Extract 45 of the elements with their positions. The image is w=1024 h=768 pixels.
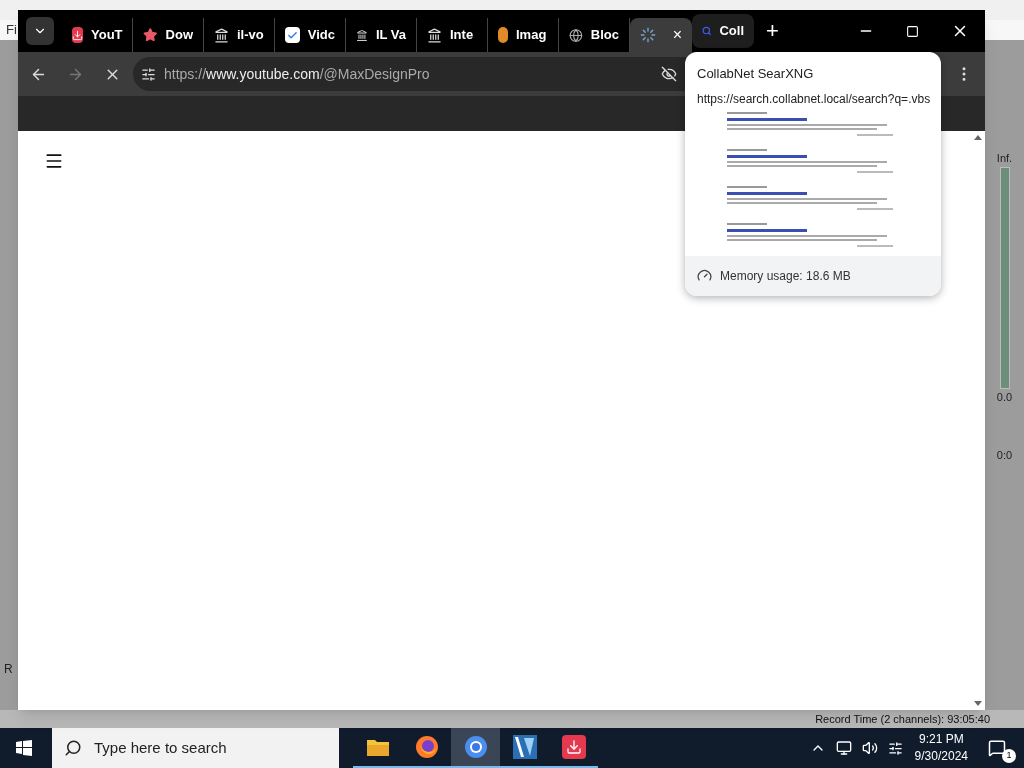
menu-icon[interactable] [44,151,64,171]
browser-tab[interactable]: Coll [692,14,754,48]
fruit-icon [498,27,508,43]
bank-icon [214,27,229,43]
maximize-icon[interactable] [906,24,919,38]
preview-title: CollabNet SearXNG [697,65,815,83]
search-input[interactable]: Type here to search [94,736,314,760]
bank-icon [427,27,442,43]
taskbar-search-box[interactable]: Type here to search [52,728,339,768]
new-tab-button[interactable]: + [766,20,779,42]
eye-off-icon[interactable] [661,66,677,82]
browser-tab[interactable]: × [630,18,692,52]
star-icon [143,27,158,43]
bank-icon [356,27,368,43]
close-tab-button[interactable]: × [672,27,682,43]
preview-url: https://search.collabnet.local/search?q=.vbs [697,90,929,108]
folder-icon [365,737,390,757]
check-icon [285,27,300,43]
notification-count: 1 [1002,749,1016,763]
notifications-icon[interactable] [988,739,1006,757]
meter-label: 0.0 [996,389,1013,405]
windows-start-icon[interactable] [16,740,32,756]
network-icon[interactable] [835,740,852,756]
scroll-down-icon[interactable] [974,701,982,706]
meter-label: Inf. [996,151,1013,166]
chrome-icon [463,735,488,759]
panel-label: R [4,661,14,678]
volume-icon[interactable] [861,740,878,756]
loading-icon [640,27,656,43]
taskbar-app[interactable] [451,728,500,768]
search-icon [64,739,82,757]
clock[interactable]: 9:21 PM 9/30/2024 [914,731,968,765]
tab-list-button[interactable] [26,17,54,45]
site-settings-icon[interactable] [141,66,156,82]
firefox-icon [414,735,439,759]
vegas-icon [511,734,538,760]
scroll-up-icon[interactable] [974,135,982,140]
memory-usage-text: Memory usage: 18.6 MB [720,267,851,285]
globe-icon [569,27,583,43]
tray-icon[interactable] [887,740,903,756]
status-text: Record Time (2 channels): 93:05:40 [815,711,990,727]
time-label: 0:0 [996,448,1013,463]
download-icon [561,735,586,759]
menu-label: Fi [6,21,17,40]
download-icon [72,27,83,43]
